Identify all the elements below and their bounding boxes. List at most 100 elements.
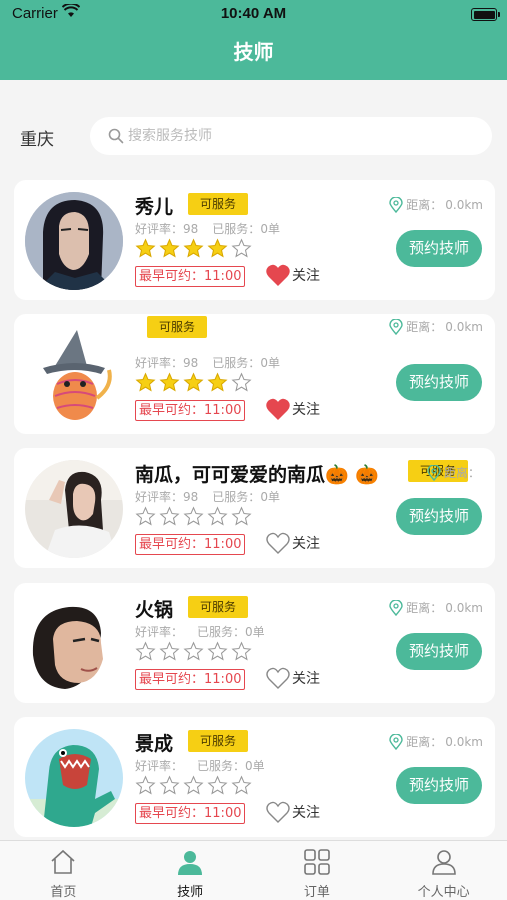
distance-value: 0.0km: [445, 319, 483, 334]
therapist-avatar[interactable]: [25, 729, 123, 827]
book-therapist-button[interactable]: 预约技师: [396, 498, 482, 535]
therapist-card[interactable]: 南瓜，可可爱爱的南瓜🎃 🎃 可服务 好评率：98 已服务：0单 最早可约：11:00 关注…: [14, 448, 495, 568]
status-bar: Carrier 10:40 AM: [0, 0, 507, 30]
earliest-time-tag: 最早可约：11:00: [135, 803, 246, 824]
served-label: 已服务：: [197, 625, 246, 639]
therapist-stats: 好评率： 已服务：0单: [135, 757, 265, 774]
served-label: 已服务：: [212, 490, 261, 504]
star-rating: [135, 372, 252, 393]
served-label: 已服务：: [212, 356, 261, 370]
star-filled-icon: [135, 372, 156, 392]
location-pin-icon: [389, 599, 403, 616]
tab-bar: 首页 技师 订单 个人中心: [0, 840, 507, 900]
distance-label: 距离：: [443, 466, 480, 480]
home-icon: [49, 848, 77, 880]
earliest-label: 最早可约：: [139, 672, 205, 687]
therapist-avatar[interactable]: [25, 595, 123, 693]
star-empty-icon: [231, 641, 252, 661]
star-empty-icon: [183, 506, 204, 526]
served-label: 已服务：: [197, 759, 246, 773]
earliest-value: 11:00: [204, 269, 242, 284]
star-empty-icon: [231, 372, 252, 392]
availability-badge: 可服务: [188, 730, 249, 752]
distance-label: 距离：: [406, 601, 443, 615]
star-filled-icon: [183, 238, 204, 258]
earliest-label: 最早可约：: [139, 269, 205, 284]
earliest-time-tag: 最早可约：11:00: [135, 534, 246, 555]
tab-home[interactable]: 首页: [0, 841, 127, 900]
location-pin-icon: [427, 464, 441, 481]
follow-label: 关注: [292, 268, 320, 284]
therapist-name: 景成: [135, 733, 174, 755]
star-empty-icon: [135, 506, 156, 526]
star-empty-icon: [135, 775, 156, 795]
star-empty-icon: [183, 775, 204, 795]
earliest-time-tag: 最早可约：11:00: [135, 266, 246, 287]
heart-filled-icon: [266, 264, 290, 286]
served-value: 0单: [245, 625, 265, 639]
heart-filled-icon: [266, 398, 290, 420]
distance-info: 距离： 0.0km: [389, 196, 483, 213]
therapist-avatar[interactable]: [25, 192, 123, 290]
rating-value: 98: [183, 222, 199, 236]
star-rating: [135, 775, 252, 796]
served-label: 已服务：: [212, 222, 261, 236]
person-icon: [176, 848, 204, 880]
tab-grid[interactable]: 订单: [254, 841, 381, 900]
earliest-label: 最早可约：: [139, 806, 205, 821]
page-title: 技师: [233, 40, 274, 64]
distance-label: 距离：: [406, 198, 443, 212]
follow-button[interactable]: 关注: [266, 532, 320, 554]
search-icon: [108, 128, 124, 144]
follow-button[interactable]: 关注: [266, 667, 320, 689]
availability-badge: 可服务: [147, 316, 208, 338]
distance-info: 距离： 0.0km: [389, 318, 483, 335]
location-pin-icon: [389, 318, 403, 335]
therapist-avatar[interactable]: [25, 326, 123, 424]
follow-label: 关注: [292, 805, 320, 821]
search-input[interactable]: [128, 123, 468, 149]
distance-label: 距离：: [406, 320, 443, 334]
therapist-stats: 好评率： 已服务：0单: [135, 623, 265, 640]
star-rating: [135, 238, 252, 259]
book-therapist-button[interactable]: 预约技师: [396, 230, 482, 267]
location-pin-icon: [389, 733, 403, 750]
follow-label: 关注: [292, 402, 320, 418]
star-empty-icon: [159, 506, 180, 526]
star-filled-icon: [159, 372, 180, 392]
therapist-avatar[interactable]: [25, 460, 123, 558]
nav-bar: 技师: [0, 30, 507, 80]
book-therapist-button[interactable]: 预约技师: [396, 767, 482, 804]
rating-value: 98: [183, 490, 199, 504]
star-empty-icon: [207, 641, 228, 661]
therapist-name: 火锅: [135, 599, 174, 621]
search-bar[interactable]: [90, 117, 492, 155]
follow-button[interactable]: 关注: [266, 801, 320, 823]
book-therapist-button[interactable]: 预约技师: [396, 633, 482, 670]
follow-button[interactable]: 关注: [266, 398, 320, 420]
therapist-stats: 好评率：98 已服务：0单: [135, 220, 280, 237]
distance-label: 距离：: [406, 735, 443, 749]
therapist-name: 南瓜，可可爱爱的南瓜🎃 🎃: [135, 464, 379, 486]
user-icon: [430, 848, 458, 880]
city-selector[interactable]: 重庆: [20, 125, 54, 150]
book-therapist-button[interactable]: 预约技师: [396, 364, 482, 401]
therapist-card[interactable]: 秀儿 可服务 好评率：98 已服务：0单 最早可约：11:00 关注 距离： 0.0km 预约技…: [14, 180, 495, 300]
star-empty-icon: [207, 775, 228, 795]
tab-person[interactable]: 技师: [127, 841, 254, 900]
earliest-time-tag: 最早可约：11:00: [135, 400, 246, 421]
therapist-card[interactable]: 可服务 好评率：98 已服务：0单 最早可约：11:00 关注 距离： 0.0km 预约技师: [14, 314, 495, 434]
heart-outline-icon: [266, 667, 290, 689]
heart-outline-icon: [266, 532, 290, 554]
star-empty-icon: [183, 641, 204, 661]
tab-user[interactable]: 个人中心: [380, 841, 507, 900]
heart-outline-icon: [266, 801, 290, 823]
therapist-card[interactable]: 火锅 可服务 好评率： 已服务：0单 最早可约：11:00 关注 距离： 0.0km 预约技师: [14, 583, 495, 703]
star-filled-icon: [207, 372, 228, 392]
rating-label: 好评率：: [135, 625, 184, 639]
rating-label: 好评率：: [135, 759, 184, 773]
follow-button[interactable]: 关注: [266, 264, 320, 286]
battery-icon: [471, 8, 500, 21]
star-empty-icon: [231, 775, 252, 795]
therapist-card[interactable]: 景成 可服务 好评率： 已服务：0单 最早可约：11:00 关注 距离： 0.0km 预约技师: [14, 717, 495, 837]
